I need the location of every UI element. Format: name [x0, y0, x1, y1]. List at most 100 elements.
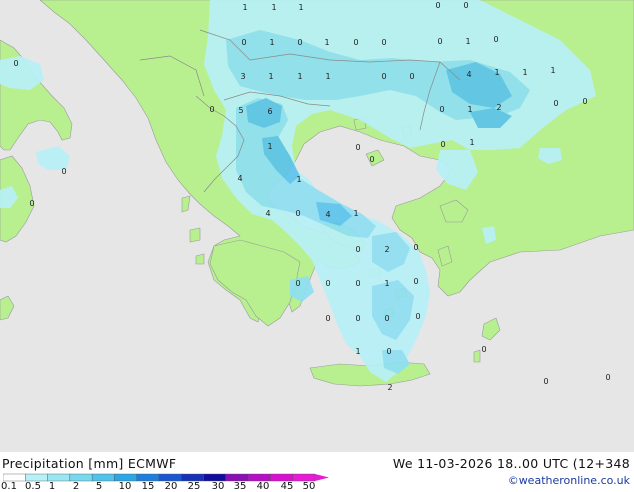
precip-value-label: 0 — [409, 72, 414, 81]
precip-value-label: 0 — [13, 59, 18, 68]
precip-value-label: 0 — [439, 105, 444, 114]
precip-value-label: 0 — [493, 35, 498, 44]
precip-value-label: 0 — [413, 243, 418, 252]
precipitation-map: 1 1 1 0 0 0 1 0 1 0 0 0 1 0 0 3 1 1 1 0 0 4 1 1 1 0 5 6 0 1 2 0 0 1 0 0 1 0 0 4… — [0, 0, 634, 452]
legend-tick-label: 5 — [95, 481, 103, 492]
precip-value-label: 1 — [355, 347, 360, 356]
site-credit: ©weatheronline.co.uk — [507, 474, 630, 487]
precip-value-label: 0 — [295, 209, 300, 218]
legend-tick-label: 1 — [48, 481, 56, 492]
legend-swatch — [114, 473, 137, 482]
valid-datetime: We 11-03-2026 18..00 UTC (12+348 — [392, 456, 630, 471]
precip-value-label: 6 — [267, 107, 272, 116]
legend-swatch — [47, 473, 71, 482]
legend-arrow-icon — [315, 474, 329, 481]
land-zakynthos — [195, 253, 205, 265]
legend-swatch — [69, 473, 93, 482]
legend-swatch — [203, 473, 227, 482]
precip-value-label: 1 — [465, 37, 470, 46]
map-title: Precipitation [mm] ECMWF — [2, 456, 177, 471]
legend-swatch — [91, 473, 115, 482]
precip-value-label: 0 — [543, 377, 548, 386]
precip-value-label: 0 — [413, 277, 418, 286]
precip-value-label: 0 — [435, 1, 440, 10]
precip-value-label: 4 — [265, 209, 270, 218]
legend-swatch — [270, 473, 293, 482]
precip-value-label: 1 — [297, 72, 302, 81]
precip-value-label: 0 — [605, 373, 610, 382]
map-frame: 1110001010001003111004111056012001001004… — [0, 0, 634, 492]
legend-tick-label: 2 — [72, 481, 80, 492]
precip-value-label: 0 — [355, 245, 360, 254]
precip-value-label: 1 — [550, 66, 555, 75]
legend-tick-label: 0.5 — [25, 481, 41, 492]
legend-tick-label: 45 — [280, 481, 294, 492]
precip-value-label: 1 — [267, 142, 272, 151]
precip-value-label: 0 — [582, 97, 587, 106]
precip-value-label: 4 — [325, 210, 330, 219]
precip-value-label: 0 — [209, 105, 214, 114]
legend-tick-label: 0.1 — [1, 481, 17, 492]
precip-value-label: 1 — [325, 72, 330, 81]
precip-value-label: 2 — [384, 245, 389, 254]
precip-value-label: 1 — [242, 3, 247, 12]
precip-value-label: 0 — [381, 38, 386, 47]
legend-swatch — [247, 473, 271, 482]
legend-tick-label: 35 — [233, 481, 247, 492]
precip-value-label: 5 — [238, 106, 243, 115]
legend-swatch — [136, 473, 160, 482]
legend-swatch — [25, 473, 48, 482]
legend-tick-label: 25 — [187, 481, 201, 492]
precip-value-label: 0 — [481, 345, 486, 354]
legend-swatch — [292, 473, 316, 482]
land-kefalonia — [189, 227, 201, 243]
precip-value-label: 1 — [353, 209, 358, 218]
precip-value-label: 1 — [298, 3, 303, 12]
precip-value-label: 0 — [355, 314, 360, 323]
precip-value-label: 0 — [437, 37, 442, 46]
legend-swatch — [225, 473, 249, 482]
precip-value-label: 0 — [355, 279, 360, 288]
precip-value-label: 1 — [268, 72, 273, 81]
precip-value-label: 3 — [240, 72, 245, 81]
precip-value-label: 1 — [469, 138, 474, 147]
precip-value-label: 2 — [496, 103, 501, 112]
legend-swatch — [181, 473, 204, 482]
precip-value-label: 1 — [467, 105, 472, 114]
precip-value-label: 0 — [355, 143, 360, 152]
precip-value-label: 1 — [296, 175, 301, 184]
precip-value-label: 0 — [325, 279, 330, 288]
precip-value-label: 0 — [381, 72, 386, 81]
precip-value-label: 0 — [353, 38, 358, 47]
legend-swatch — [158, 473, 182, 482]
legend-tick-label: 15 — [141, 481, 155, 492]
legend-tick-label: 40 — [256, 481, 270, 492]
precip-value-label: 1 — [494, 68, 499, 77]
precip-value-label: 0 — [369, 155, 374, 164]
precip-value-label: 0 — [463, 1, 468, 10]
precip-value-label: 4 — [466, 70, 471, 79]
precip-value-label: 0 — [440, 140, 445, 149]
legend-tick-label: 10 — [118, 481, 132, 492]
precip-value-label: 0 — [386, 347, 391, 356]
legend-tick-label: 50 — [302, 481, 316, 492]
precip-value-label: 0 — [61, 167, 66, 176]
precip-value-label: 1 — [271, 3, 276, 12]
precip-value-label: 0 — [325, 314, 330, 323]
precip-value-label: 1 — [324, 38, 329, 47]
land-karpathos — [473, 349, 481, 363]
precip-value-label: 1 — [384, 279, 389, 288]
precip-value-label: 0 — [297, 38, 302, 47]
precip-value-label: 1 — [269, 38, 274, 47]
precip-value-label: 0 — [241, 38, 246, 47]
precip-value-label: 0 — [295, 279, 300, 288]
legend-tick-label: 30 — [211, 481, 225, 492]
precip-value-label: 0 — [415, 312, 420, 321]
legend-swatch — [3, 473, 26, 482]
legend-tick-label: 20 — [164, 481, 178, 492]
precip-value-label: 4 — [237, 174, 242, 183]
precip-value-label: 0 — [29, 199, 34, 208]
precip-value-label: 0 — [384, 314, 389, 323]
precip-value-label: 2 — [387, 383, 392, 392]
precip-value-label: 1 — [522, 68, 527, 77]
